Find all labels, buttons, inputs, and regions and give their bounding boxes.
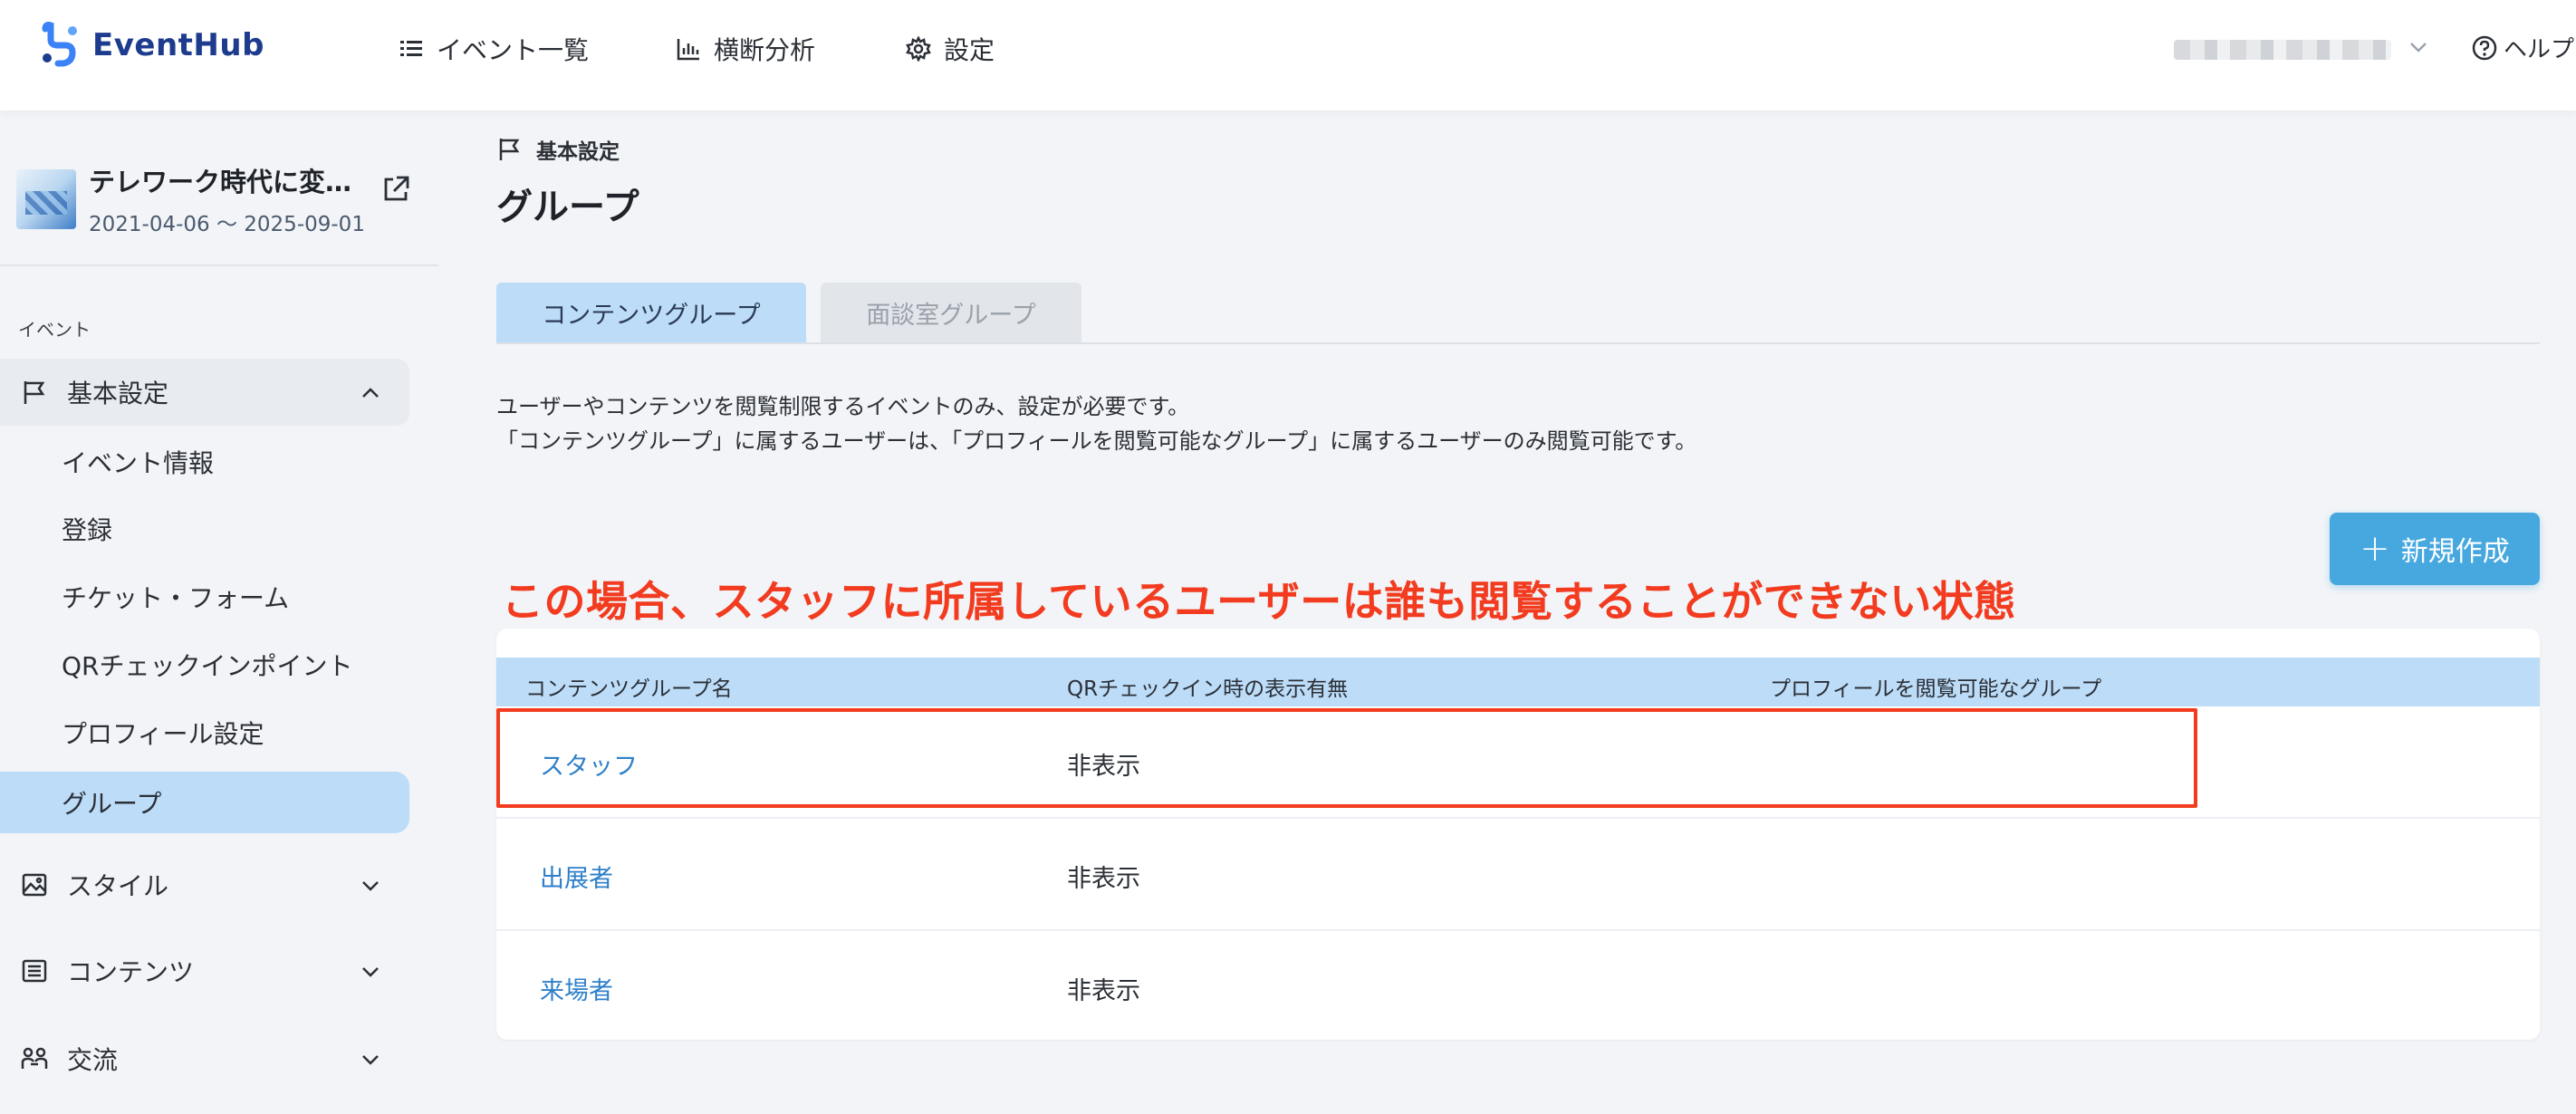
plus-icon: +	[2360, 528, 2390, 570]
help-link[interactable]: ヘルプ	[2471, 31, 2574, 64]
help-label: ヘルプ	[2504, 36, 2575, 63]
sidebar-item-group[interactable]: グループ	[0, 772, 409, 833]
sidebar-group-basic-settings[interactable]: 基本設定	[0, 359, 409, 426]
sidebar-item-event-info[interactable]: イベント情報	[0, 431, 409, 493]
tab-bar: コンテンツグループ 面談室グループ	[496, 283, 1081, 342]
sidebar-section-label: イベント	[18, 319, 91, 341]
event-title: テレワーク時代に変…	[89, 167, 352, 197]
sidebar-group-contents[interactable]: コンテンツ	[0, 937, 409, 1004]
column-header-group-name: コンテンツグループ名	[525, 677, 733, 701]
event-card: テレワーク時代に変… 2021-04-06 〜 2025-09-01	[16, 161, 365, 237]
chevron-down-icon[interactable]	[2408, 36, 2429, 58]
bar-chart-icon	[677, 39, 699, 61]
sidebar-group-contents-label: コンテンツ	[67, 957, 195, 987]
new-create-label: 新規作成	[2400, 536, 2510, 568]
eventhub-logo-icon	[42, 22, 77, 67]
breadcrumb-label: 基本設定	[536, 140, 620, 164]
tab-meeting-group[interactable]: 面談室グループ	[821, 283, 1081, 342]
topnav-analysis-label: 横断分析	[714, 35, 816, 65]
qr-display-value: 非表示	[1067, 865, 1140, 893]
brand-name: EventHub	[92, 27, 264, 63]
column-header-qr-display: QRチェックイン時の表示有無	[1067, 677, 1349, 701]
sidebar-group-exchange-label: 交流	[67, 1045, 119, 1075]
help-icon	[2472, 35, 2497, 60]
image-icon	[22, 873, 47, 897]
annotation-text: この場合、スタッフに所属しているユーザーは誰も閲覧することができない状態	[502, 577, 2016, 626]
annotation-highlight-box	[496, 708, 2197, 808]
sidebar-group-basic-settings-label: 基本設定	[67, 379, 169, 408]
topnav-event-list-label: イベント一覧	[437, 35, 590, 65]
table-row[interactable]: 来場者 非表示	[496, 931, 2540, 1040]
description-line-1: ユーザーやコンテンツを閲覧制限するイベントのみ、設定が必要です。	[496, 394, 1190, 419]
flag-icon	[24, 381, 45, 404]
column-header-profile-groups: プロフィールを閲覧可能なグループ	[1770, 677, 2102, 701]
chevron-up-icon	[362, 388, 379, 398]
chevron-down-icon	[362, 881, 379, 891]
external-link-icon[interactable]	[380, 174, 411, 205]
sidebar-group-exchange[interactable]: 交流	[0, 1025, 409, 1092]
tab-content-group[interactable]: コンテンツグループ	[496, 283, 806, 342]
eventhub-logo[interactable]: EventHub	[36, 22, 264, 69]
flag-icon	[499, 139, 520, 160]
sidebar-group-style[interactable]: スタイル	[0, 851, 409, 918]
page-title: グループ	[496, 187, 639, 228]
group-table: コンテンツグループ名 QRチェックイン時の表示有無 プロフィールを閲覧可能なグル…	[496, 629, 2540, 1040]
new-create-button[interactable]: + 新規作成	[2330, 513, 2540, 585]
user-name-blurred[interactable]	[2174, 40, 2391, 60]
description: ユーザーやコンテンツを閲覧制限するイベントのみ、設定が必要です。 「コンテンツグ…	[496, 389, 1697, 458]
document-list-icon	[22, 959, 47, 983]
topnav-settings[interactable]: 設定	[906, 31, 995, 67]
topnav-settings-label: 設定	[944, 35, 995, 65]
table-header: コンテンツグループ名 QRチェックイン時の表示有無 プロフィールを閲覧可能なグル…	[496, 658, 2540, 706]
sidebar-group-style-label: スタイル	[67, 871, 169, 901]
sidebar-item-ticket-form[interactable]: チケット・フォーム	[0, 566, 409, 628]
sidebar-item-qr-checkin[interactable]: QRチェックインポイント	[0, 634, 409, 696]
topnav-event-list[interactable]: イベント一覧	[399, 31, 589, 67]
people-icon	[21, 1047, 48, 1069]
sidebar-item-registration[interactable]: 登録	[0, 498, 409, 560]
group-name-link[interactable]: 出展者	[540, 859, 613, 894]
group-name-link[interactable]: 来場者	[540, 971, 613, 1006]
sidebar-item-profile-settings[interactable]: プロフィール設定	[0, 702, 409, 763]
event-thumbnail	[16, 169, 76, 229]
sidebar-divider	[0, 264, 438, 266]
top-bar: EventHub イベント一覧 横断分析 設定 ヘルプ	[0, 0, 2576, 110]
chevron-down-icon	[362, 967, 379, 977]
tab-underline	[496, 342, 2540, 344]
sidebar: テレワーク時代に変… 2021-04-06 〜 2025-09-01 イベント …	[0, 110, 438, 1114]
chevron-down-icon	[362, 1055, 379, 1065]
description-line-2: 「コンテンツグループ」に属するユーザーは、「プロフィールを閲覧可能なグループ」に…	[496, 428, 1697, 454]
qr-display-value: 非表示	[1067, 977, 1140, 1005]
event-dates: 2021-04-06 〜 2025-09-01	[89, 213, 365, 236]
topnav-analysis[interactable]: 横断分析	[676, 31, 815, 67]
breadcrumb: 基本設定	[496, 134, 620, 165]
gear-icon	[906, 36, 931, 62]
list-icon	[400, 41, 422, 56]
table-row[interactable]: 出展者 非表示	[496, 819, 2540, 931]
